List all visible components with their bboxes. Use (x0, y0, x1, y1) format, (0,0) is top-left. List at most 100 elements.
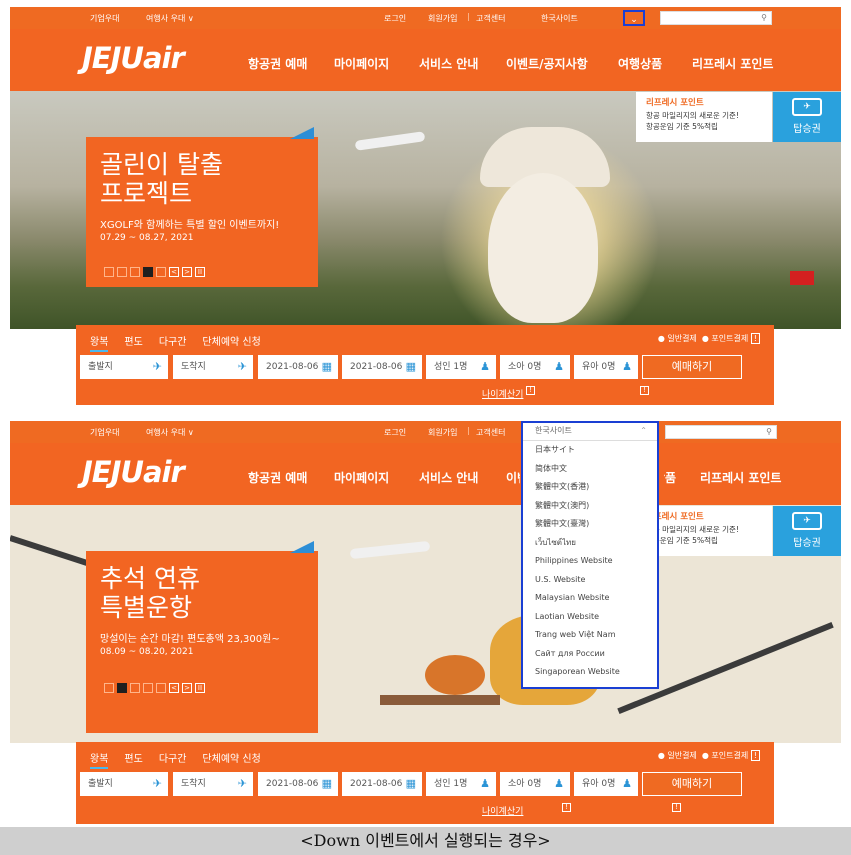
pager-dot[interactable] (117, 267, 127, 277)
child-field[interactable]: 소아 0명 ♟ (500, 772, 570, 796)
tab-oneway[interactable]: 편도 (124, 750, 142, 769)
chevron-up-icon[interactable]: ⌃ (640, 423, 647, 439)
pager-dot-active[interactable] (143, 267, 153, 277)
pay-point-label[interactable]: 포인트결제 (711, 751, 748, 760)
site-option-vietnam[interactable]: Trang web Việt Nam (523, 626, 657, 645)
menu-travel[interactable]: 여행상품 (664, 469, 676, 486)
pager-dot[interactable] (104, 267, 114, 277)
site-option-malaysia[interactable]: Malaysian Website (523, 589, 657, 608)
site-option-laos[interactable]: Laotian Website (523, 608, 657, 627)
search-input[interactable]: ⚲ (660, 11, 772, 25)
tab-group[interactable]: 단체예약 신청 (202, 333, 260, 352)
infant-field[interactable]: 유아 0명 ♟ (574, 772, 638, 796)
departure-field[interactable]: 출발지 ✈ (80, 355, 168, 379)
menu-mypage[interactable]: 마이페이지 (334, 469, 389, 486)
adult-field[interactable]: 성인 1명 ♟ (426, 772, 496, 796)
info-icon[interactable]: ! (640, 386, 649, 395)
pay-normal-label[interactable]: 일반결제 (667, 751, 696, 760)
chevron-down-icon[interactable]: ⌄ (623, 10, 645, 26)
arrival-field[interactable]: 도착지 ✈ (173, 772, 253, 796)
book-button[interactable]: 예매하기 (642, 355, 742, 379)
corporate-link[interactable]: 기업우대 (90, 427, 119, 438)
pager-dot[interactable] (130, 267, 140, 277)
corporate-link[interactable]: 기업우대 (90, 13, 119, 24)
pay-normal-label[interactable]: 일반결제 (667, 334, 696, 343)
refresh-point-banner[interactable]: 리프레시 포인트 항공 마일리지의 새로운 기준! 항공운임 기준 5%적립 (636, 92, 772, 142)
menu-refresh-point[interactable]: 리프레시 포인트 (700, 469, 781, 486)
login-link[interactable]: 로그인 (384, 13, 406, 24)
site-option-taiwan[interactable]: 繁體中文(臺灣) (523, 515, 657, 534)
pause-slide-button[interactable]: II (195, 683, 205, 693)
next-slide-button[interactable]: > (182, 267, 192, 277)
book-button[interactable]: 예매하기 (642, 772, 742, 796)
site-option-hongkong[interactable]: 繁體中文(香港) (523, 478, 657, 497)
check-icon[interactable]: ● (658, 334, 665, 343)
site-option-singapore[interactable]: Singaporean Website (523, 663, 657, 682)
infant-field[interactable]: 유아 0명 ♟ (574, 355, 638, 379)
pager-dot[interactable] (130, 683, 140, 693)
tab-multicity[interactable]: 다구간 (159, 750, 187, 769)
info-icon[interactable]: ! (672, 803, 681, 812)
info-icon[interactable]: ! (750, 333, 760, 344)
pager-dot[interactable] (104, 683, 114, 693)
menu-mypage[interactable]: 마이페이지 (334, 55, 389, 72)
brand-logo[interactable]: JEJUair (82, 455, 185, 489)
info-icon[interactable]: ! (526, 386, 535, 395)
travel-agency-link[interactable]: 여행사 우대 ∨ (146, 427, 194, 438)
brand-logo[interactable]: JEJUair (82, 41, 185, 75)
info-icon[interactable]: ! (562, 803, 571, 812)
boarding-pass-button[interactable]: ✈ 탑승권 (773, 506, 841, 556)
site-language-dropdown[interactable]: 한국사이트 ⌃ 日本サイト 简体中文 繁體中文(香港) 繁體中文(澳門) 繁體中… (521, 421, 659, 689)
site-option-thailand[interactable]: เว็บไซต์ไทย (523, 534, 657, 553)
menu-service[interactable]: 서비스 안내 (419, 55, 478, 72)
menu-refresh-point[interactable]: 리프레시 포인트 (692, 55, 773, 72)
promo-card[interactable]: 골린이 탈출 프로젝트 XGOLF와 함께하는 특별 할인 이벤트까지! 07.… (86, 137, 318, 287)
return-date-field[interactable]: 2021-08-06 ▦ (342, 355, 422, 379)
site-option-philippines[interactable]: Philippines Website (523, 552, 657, 571)
return-date-field[interactable]: 2021-08-06 ▦ (342, 772, 422, 796)
radio-icon[interactable]: ● (702, 751, 709, 760)
pause-slide-button[interactable]: II (195, 267, 205, 277)
site-option-us[interactable]: U.S. Website (523, 571, 657, 590)
menu-ticket[interactable]: 항공권 예매 (248, 55, 307, 72)
site-option-russia[interactable]: Сайт для России (523, 645, 657, 664)
signup-link[interactable]: 회원가입 (428, 13, 457, 24)
prev-slide-button[interactable]: < (169, 267, 179, 277)
depart-date-field[interactable]: 2021-08-06 ▦ (258, 772, 338, 796)
prev-slide-button[interactable]: < (169, 683, 179, 693)
menu-service[interactable]: 서비스 안내 (419, 469, 478, 486)
login-link[interactable]: 로그인 (384, 427, 406, 438)
menu-travel[interactable]: 여행상품 (618, 55, 662, 72)
pay-point-label[interactable]: 포인트결제 (711, 334, 748, 343)
site-select-label[interactable]: 한국사이트 (541, 13, 578, 24)
child-field[interactable]: 소아 0명 ♟ (500, 355, 570, 379)
arrival-field[interactable]: 도착지 ✈ (173, 355, 253, 379)
menu-events[interactable]: 이벤트/공지사항 (506, 55, 588, 72)
tab-oneway[interactable]: 편도 (124, 333, 142, 352)
adult-field[interactable]: 성인 1명 ♟ (426, 355, 496, 379)
pager-dot[interactable] (156, 683, 166, 693)
site-option-macau[interactable]: 繁體中文(澳門) (523, 497, 657, 516)
site-option-japan[interactable]: 日本サイト (523, 441, 657, 460)
signup-link[interactable]: 회원가입 (428, 427, 457, 438)
tab-roundtrip[interactable]: 왕복 (90, 333, 109, 352)
next-slide-button[interactable]: > (182, 683, 192, 693)
tab-roundtrip[interactable]: 왕복 (90, 750, 109, 769)
radio-icon[interactable]: ● (702, 334, 709, 343)
travel-agency-link[interactable]: 여행사 우대 ∨ (146, 13, 194, 24)
site-option-china[interactable]: 简体中文 (523, 460, 657, 479)
pager-dot[interactable] (143, 683, 153, 693)
info-icon[interactable]: ! (750, 750, 760, 761)
age-calculator-link[interactable]: 나이계산기 (482, 804, 523, 817)
search-input[interactable]: ⚲ (665, 425, 777, 439)
tab-multicity[interactable]: 다구간 (159, 333, 187, 352)
departure-field[interactable]: 출발지 ✈ (80, 772, 168, 796)
age-calculator-link[interactable]: 나이계산기 (482, 387, 523, 400)
menu-events[interactable]: 이벤트/공지사항 (506, 469, 520, 486)
depart-date-field[interactable]: 2021-08-06 ▦ (258, 355, 338, 379)
customer-center-link[interactable]: 고객센터 (476, 427, 505, 438)
promo-card[interactable]: 추석 연휴 특별운항 망설이는 순간 마감! 편도총액 23,300원~ 08.… (86, 551, 318, 733)
menu-ticket[interactable]: 항공권 예매 (248, 469, 307, 486)
dropdown-current[interactable]: 한국사이트 ⌃ (523, 423, 657, 441)
customer-center-link[interactable]: 고객센터 (476, 13, 505, 24)
